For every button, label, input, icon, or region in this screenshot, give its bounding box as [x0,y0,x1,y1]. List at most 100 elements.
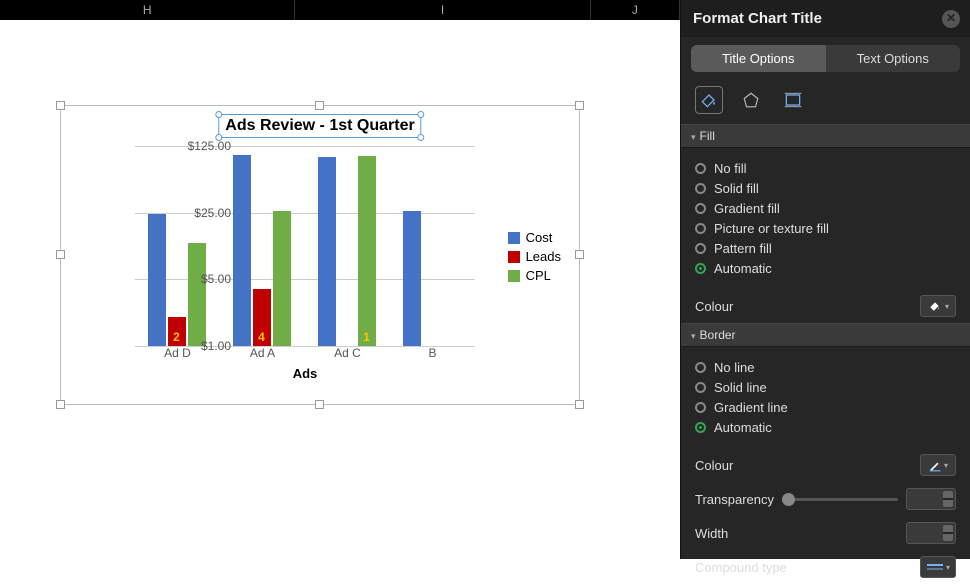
x-tick-label: B [390,346,475,360]
bar-cost[interactable] [233,155,251,346]
transparency-label: Transparency [695,492,774,507]
resize-handle-s[interactable] [315,400,324,409]
paint-bucket-icon[interactable] [695,86,723,114]
chart-legend[interactable]: Cost Leads CPL [508,226,561,287]
radio-label: Gradient fill [714,201,780,216]
column-header-row: H I J [0,0,680,20]
radio-label: No line [714,360,754,375]
border-section-header[interactable]: Border [681,323,970,347]
bar-cost[interactable] [403,211,421,346]
resize-handle-e[interactable] [575,250,584,259]
border-option[interactable]: Gradient line [695,400,956,415]
compound-type-label: Compound type [695,560,787,575]
fill-option[interactable]: Picture or texture fill [695,221,956,236]
x-tick-label: Ad C [305,346,390,360]
radio-label: Picture or texture fill [714,221,829,236]
legend-label: Cost [526,230,553,245]
x-tick-label: Ad D [135,346,220,360]
fill-colour-picker[interactable]: ▾ [920,295,956,317]
radio-icon [695,263,706,274]
fill-colour-label: Colour [695,299,733,314]
fill-option[interactable]: No fill [695,161,956,176]
resize-handle-nw[interactable] [56,101,65,110]
format-pane-title: Format Chart Title ✕ [681,0,970,37]
col-header-h[interactable]: H [0,0,295,20]
resize-handle-n[interactable] [315,101,324,110]
resize-handle-sw[interactable] [56,400,65,409]
pentagon-icon[interactable] [737,86,765,114]
transparency-stepper[interactable] [906,488,956,510]
legend-label: CPL [526,268,551,283]
radio-icon [695,402,706,413]
bars-layer: 241 [135,146,475,346]
format-pane: Format Chart Title ✕ Title Options Text … [680,0,970,559]
data-label: 1 [358,330,376,344]
worksheet-area[interactable]: Ads Review - 1st Quarter 241 $1.00$5.00$… [0,20,680,559]
chart-object[interactable]: Ads Review - 1st Quarter 241 $1.00$5.00$… [60,105,580,405]
bar-leads[interactable]: 4 [253,289,271,346]
title-handle[interactable] [418,134,425,141]
width-stepper[interactable] [906,522,956,544]
border-option[interactable]: Solid line [695,380,956,395]
col-header-i[interactable]: I [295,0,590,20]
format-pane-tabs: Title Options Text Options [691,45,960,72]
title-handle[interactable] [418,111,425,118]
legend-item[interactable]: CPL [508,268,561,283]
radio-icon [695,203,706,214]
plot-area[interactable]: 241 [135,146,475,346]
x-axis-title[interactable]: Ads [135,366,475,381]
fill-option[interactable]: Pattern fill [695,241,956,256]
slider-thumb[interactable] [782,493,795,506]
radio-label: Automatic [714,261,772,276]
fill-option[interactable]: Automatic [695,261,956,276]
width-label: Width [695,526,728,541]
y-tick-label: $5.00 [171,272,231,286]
radio-icon [695,382,706,393]
bar-cost[interactable] [148,214,166,346]
resize-handle-w[interactable] [56,250,65,259]
legend-item[interactable]: Leads [508,249,561,264]
bar-cost[interactable] [318,157,336,346]
data-label: 4 [253,330,271,344]
radio-icon [695,422,706,433]
fill-option[interactable]: Gradient fill [695,201,956,216]
border-option[interactable]: No line [695,360,956,375]
radio-icon [695,163,706,174]
radio-label: Pattern fill [714,241,772,256]
bar-cpl[interactable]: 1 [358,156,376,346]
tab-title-options[interactable]: Title Options [691,45,826,72]
radio-icon [695,223,706,234]
legend-swatch [508,251,520,263]
border-colour-label: Colour [695,458,733,473]
transparency-slider[interactable] [782,498,898,501]
resize-handle-se[interactable] [575,400,584,409]
col-header-j[interactable]: J [591,0,680,20]
bar-cpl[interactable] [188,243,206,346]
compound-type-picker[interactable]: ▾ [920,556,956,578]
x-tick-label: Ad A [220,346,305,360]
radio-icon [695,362,706,373]
close-icon[interactable]: ✕ [942,10,960,28]
fill-option[interactable]: Solid fill [695,181,956,196]
border-option[interactable]: Automatic [695,420,956,435]
chart-title[interactable]: Ads Review - 1st Quarter [218,114,421,138]
x-axis[interactable]: Ad DAd AAd CB [135,346,475,360]
legend-swatch [508,270,520,282]
radio-label: No fill [714,161,747,176]
tab-text-options[interactable]: Text Options [826,45,961,72]
legend-label: Leads [526,249,561,264]
radio-label: Solid fill [714,181,759,196]
radio-label: Solid line [714,380,767,395]
legend-item[interactable]: Cost [508,230,561,245]
border-colour-picker[interactable]: ▾ [920,454,956,476]
legend-swatch [508,232,520,244]
title-handle[interactable] [215,111,222,118]
resize-handle-ne[interactable] [575,101,584,110]
radio-label: Gradient line [714,400,788,415]
y-tick-label: $25.00 [171,206,231,220]
bar-cpl[interactable] [273,211,291,346]
radio-icon [695,183,706,194]
fill-section-header[interactable]: Fill [681,124,970,148]
size-properties-icon[interactable] [779,86,807,114]
radio-icon [695,243,706,254]
